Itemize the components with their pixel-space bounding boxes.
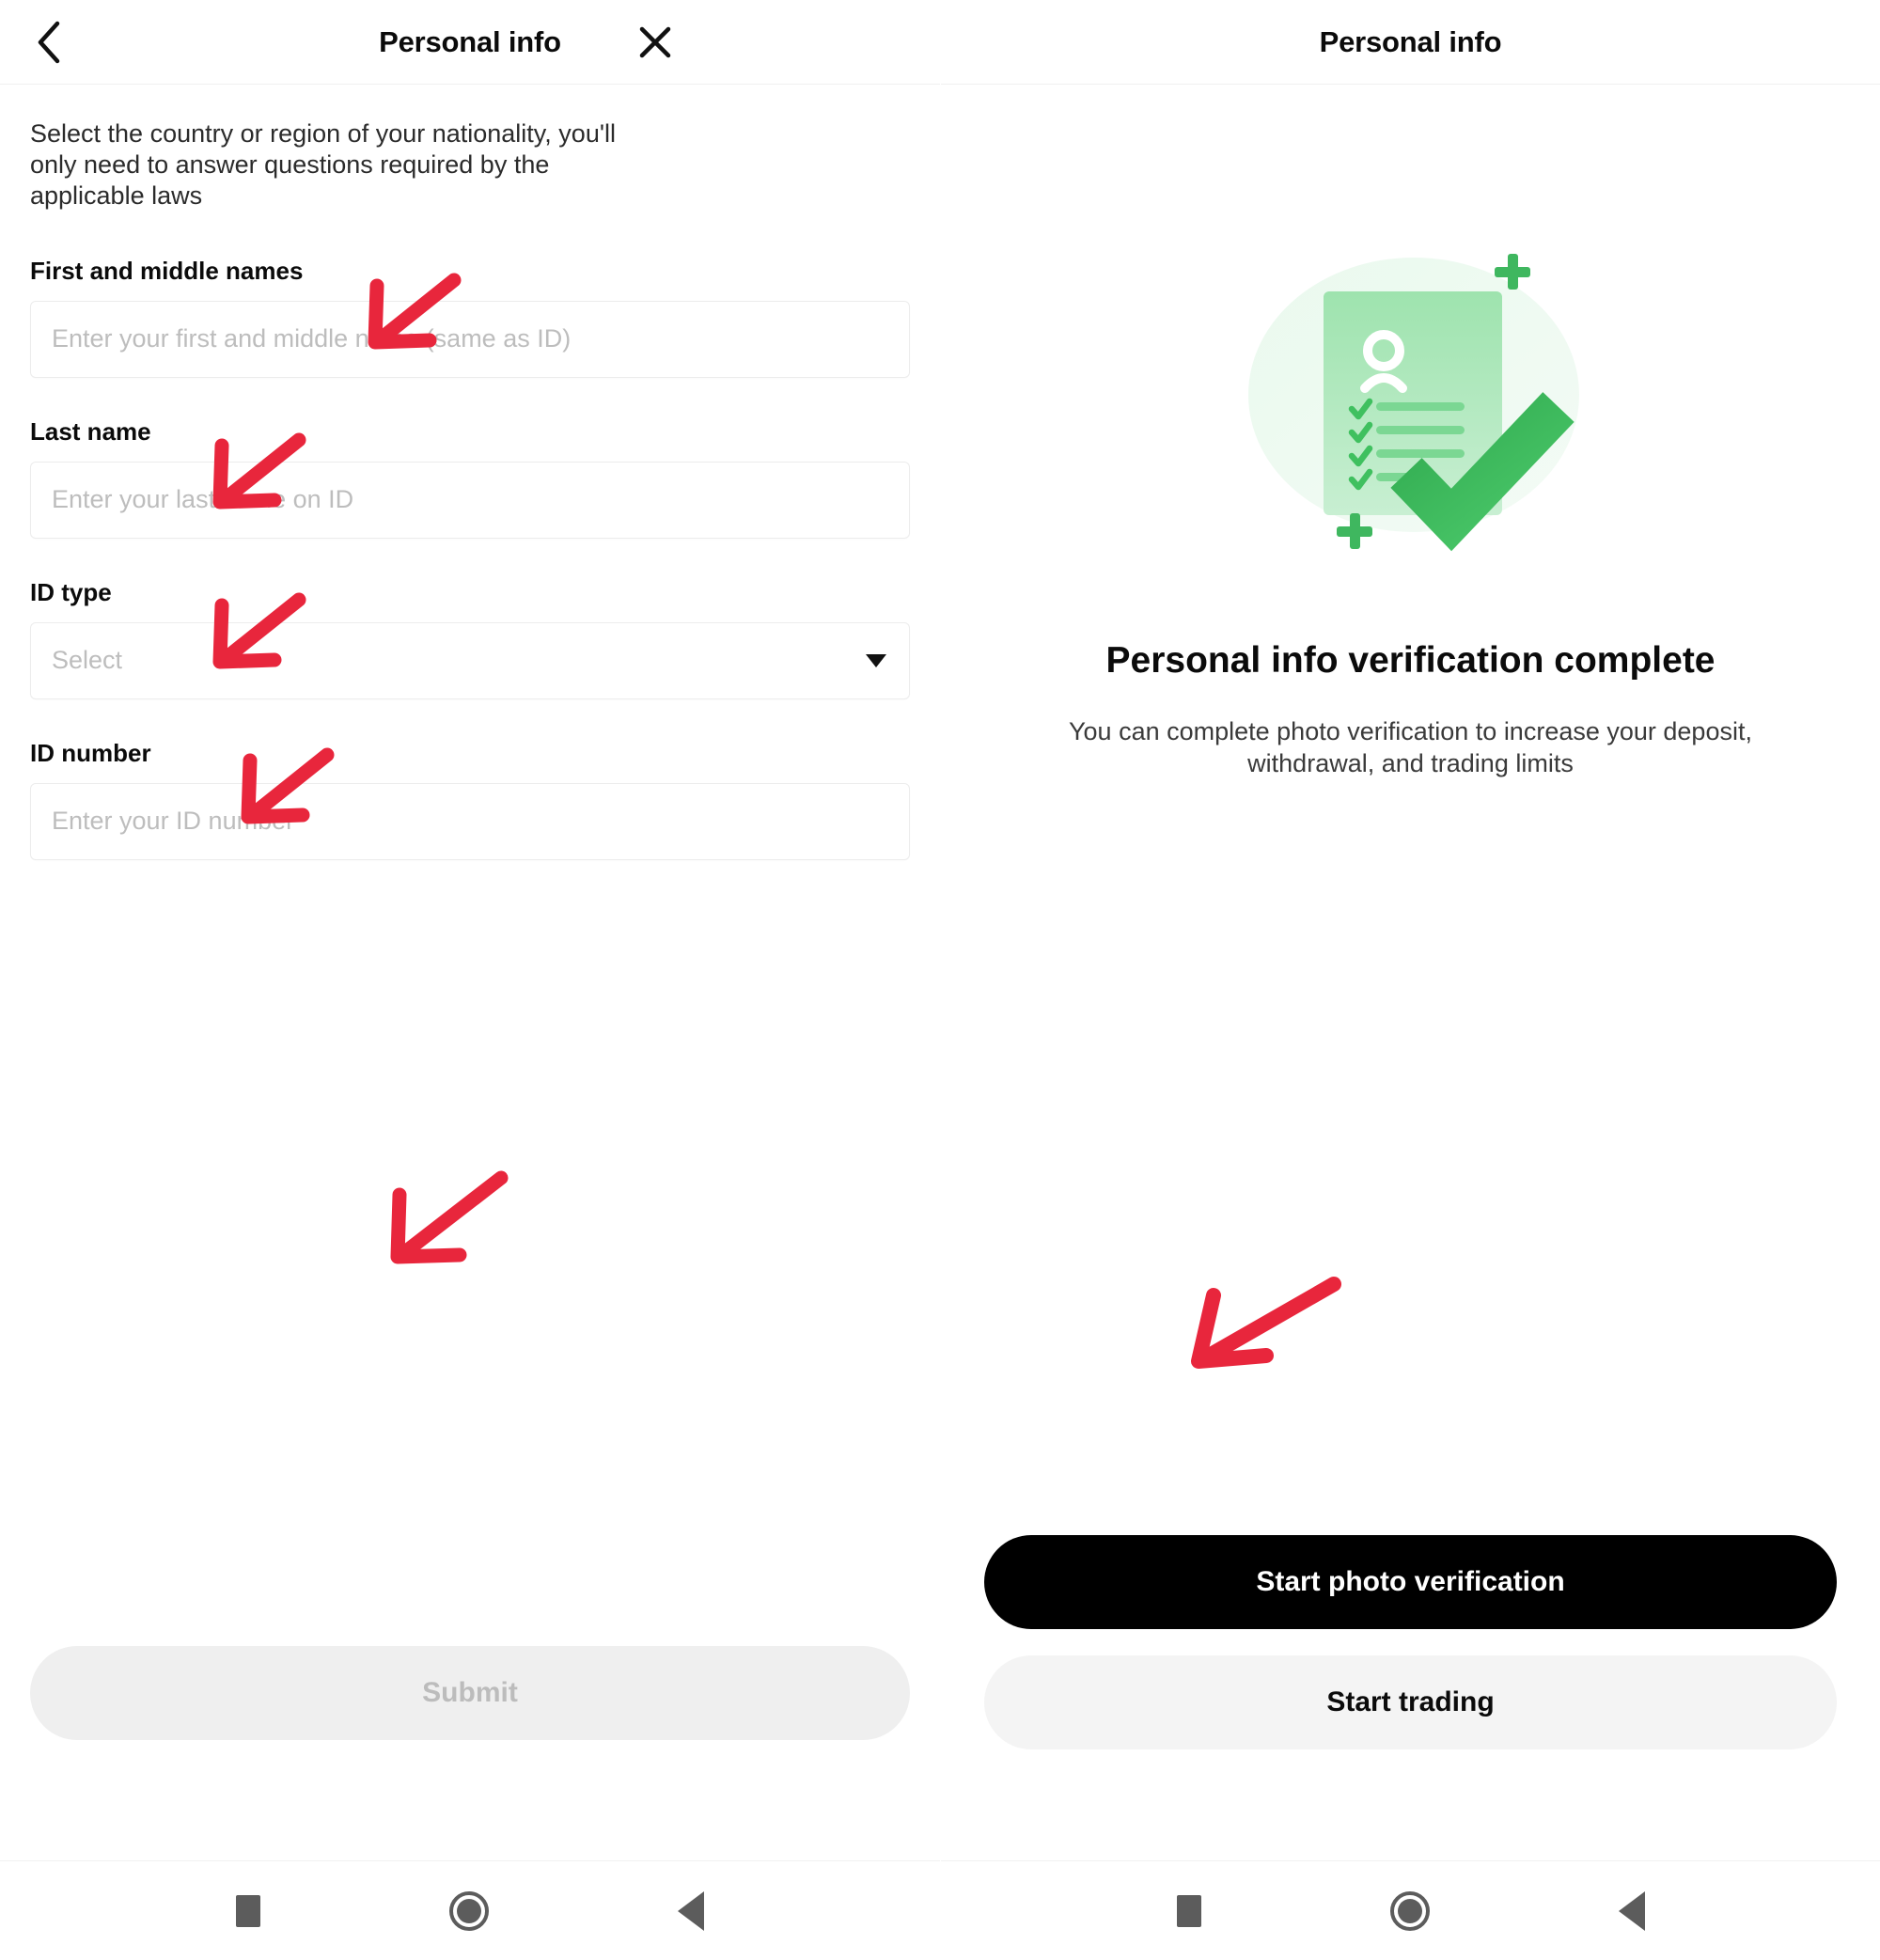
field-first-and-middle-names: First and middle names Enter your first … [30, 257, 910, 378]
recents-square-icon[interactable] [235, 1894, 260, 1927]
submit-button-wrapper: Submit [30, 1646, 910, 1740]
right-actions: Start photo verification Start trading [984, 1535, 1837, 1749]
id-number-input[interactable]: Enter your ID number [30, 782, 910, 860]
caret-down-icon [866, 653, 886, 667]
id-type-placeholder: Select [52, 646, 123, 675]
field-id-type: ID type Select [30, 578, 910, 699]
chevron-left-icon [36, 21, 60, 64]
id-type-select[interactable]: Select [30, 621, 910, 699]
intro-description: Select the country or region of your nat… [30, 119, 616, 210]
last-name-input[interactable]: Enter your last name on ID [30, 461, 910, 539]
success-subtitle: You can complete photo verification to i… [1069, 717, 1752, 777]
id-document-verified-illustration [1209, 233, 1613, 572]
success-body: Personal info verification complete You … [941, 85, 1880, 1860]
home-circle-icon[interactable] [1389, 1890, 1430, 1931]
submit-button[interactable]: Submit [30, 1646, 910, 1740]
right-appbar: Personal info [941, 0, 1880, 85]
close-x-icon [637, 24, 673, 60]
last-name-label: Last name [30, 416, 151, 446]
left-android-navbar [0, 1860, 940, 1960]
back-triangle-icon[interactable] [1618, 1890, 1645, 1931]
form-body: Select the country or region of your nat… [0, 85, 940, 1860]
id-number-placeholder: Enter your ID number [52, 807, 295, 836]
left-appbar: Personal info [0, 0, 940, 85]
dual-screenshot-container: Personal info Select the country or regi… [0, 0, 1880, 1960]
page-title-right: Personal info [1319, 24, 1502, 58]
left-screen-personal-info-form: Personal info Select the country or regi… [0, 0, 940, 1960]
page-title: Personal info [379, 24, 561, 58]
right-screen-verification-complete: Personal info Personal info verification… [940, 0, 1880, 1960]
annotation-arrow-submit [390, 1170, 509, 1264]
field-id-number: ID number Enter your ID number [30, 739, 910, 860]
back-triangle-icon[interactable] [678, 1890, 705, 1931]
close-button[interactable] [634, 21, 677, 64]
start-trading-button[interactable]: Start trading [984, 1655, 1837, 1749]
back-button[interactable] [26, 21, 70, 64]
id-number-label: ID number [30, 738, 151, 767]
right-android-navbar [941, 1860, 1880, 1960]
first-and-middle-names-placeholder: Enter your first and middle name (same a… [52, 324, 572, 353]
last-name-placeholder: Enter your last name on ID [52, 485, 354, 514]
start-photo-verification-button[interactable]: Start photo verification [984, 1535, 1837, 1629]
success-title: Personal info verification complete [1105, 640, 1716, 681]
annotation-arrow-start-trading [1191, 1277, 1341, 1369]
home-circle-icon[interactable] [448, 1890, 489, 1931]
first-and-middle-names-label: First and middle names [30, 256, 304, 285]
id-type-label: ID type [30, 577, 112, 606]
first-and-middle-names-input[interactable]: Enter your first and middle name (same a… [30, 300, 910, 378]
field-last-name: Last name Enter your last name on ID [30, 417, 910, 539]
recents-square-icon[interactable] [1176, 1894, 1201, 1927]
